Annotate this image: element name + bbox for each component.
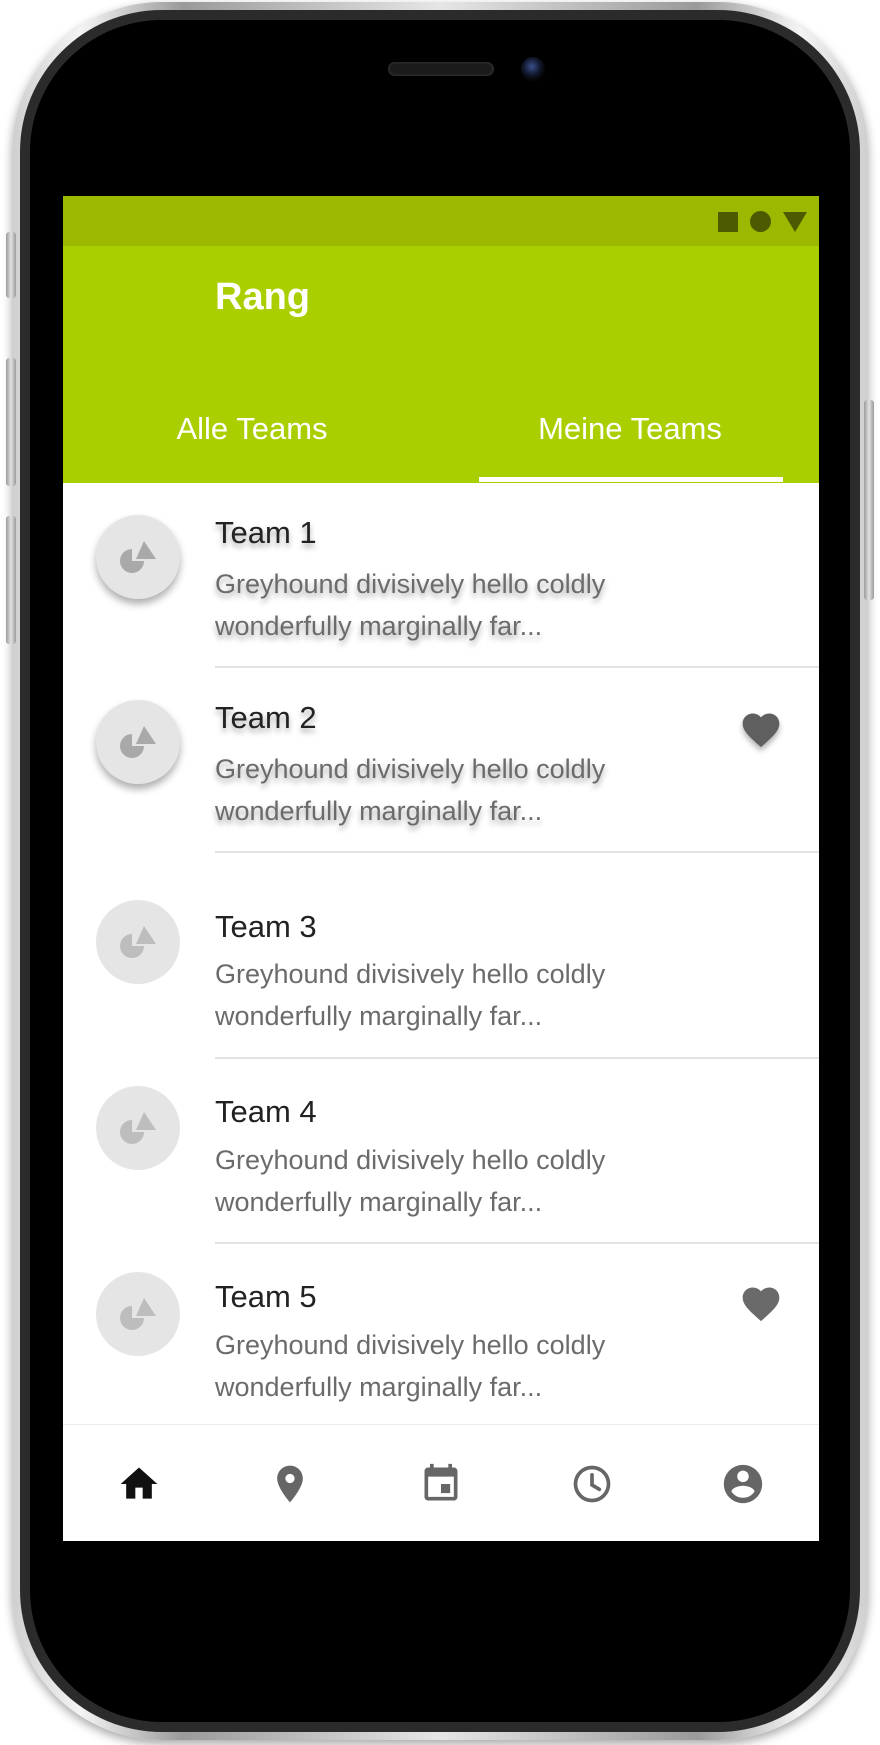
description-line: Greyhound divisively hello coldly [215, 959, 606, 989]
avatar [96, 1086, 180, 1170]
nav-home[interactable] [63, 1425, 214, 1541]
avatar [96, 700, 180, 784]
bottom-navigation [63, 1424, 819, 1541]
heart-icon[interactable] [739, 1282, 783, 1326]
team-description: Greyhound divisively hello coldly wonder… [215, 1324, 695, 1408]
page-title: Rang [215, 276, 310, 318]
description-line: wonderfully marginally far... [215, 1001, 543, 1031]
tab-meine-teams[interactable]: Meine Teams [441, 411, 819, 483]
description-line: Greyhound divisively hello coldly [215, 1330, 606, 1360]
team-list: Team 1 Greyhound divisively hello coldly… [63, 483, 819, 1423]
volume-down-button [6, 516, 16, 644]
tab-selected-indicator [479, 477, 783, 482]
list-item[interactable]: Team 5 Greyhound divisively hello coldly… [63, 1244, 819, 1423]
record-circle-icon [750, 211, 771, 232]
earpiece-speaker [388, 62, 494, 76]
team-description: Greyhound divisively hello coldly wonder… [215, 563, 695, 647]
app-screen: Rang Alle Teams Meine Teams Team 1 Greyh… [63, 196, 819, 1541]
description-line: Greyhound divisively hello coldly [215, 569, 606, 599]
description-line: wonderfully marginally far... [215, 1372, 543, 1402]
team-description: Greyhound divisively hello coldly wonder… [215, 748, 695, 832]
team-description: Greyhound divisively hello coldly wonder… [215, 953, 695, 1037]
tab-label: Meine Teams [538, 411, 722, 446]
avatar [96, 1272, 180, 1356]
signal-triangle-icon [783, 211, 807, 232]
description-line: Greyhound divisively hello coldly [215, 754, 606, 784]
description-line: Greyhound divisively hello coldly [215, 1145, 606, 1175]
team-name: Team 4 [215, 1094, 317, 1129]
stop-square-icon [718, 211, 738, 232]
description-line: wonderfully marginally far... [215, 1187, 543, 1217]
nav-location[interactable] [214, 1425, 365, 1541]
list-item[interactable]: Team 3 Greyhound divisively hello coldly… [63, 853, 819, 1059]
list-item[interactable]: Team 2 Greyhound divisively hello coldly… [63, 668, 819, 853]
team-description: Greyhound divisively hello coldly wonder… [215, 1139, 695, 1223]
team-name: Team 2 [215, 700, 317, 735]
team-name: Team 3 [215, 909, 317, 944]
shapes-icon [120, 1298, 156, 1330]
avatar [96, 900, 180, 984]
status-bar [63, 196, 819, 246]
account-circle-icon [723, 1464, 762, 1503]
shapes-icon [120, 926, 156, 958]
nav-history[interactable] [516, 1425, 667, 1541]
list-item[interactable]: Team 1 Greyhound divisively hello coldly… [63, 483, 819, 668]
silent-switch [6, 232, 16, 298]
tab-label: Alle Teams [176, 411, 328, 446]
tab-alle-teams[interactable]: Alle Teams [63, 411, 441, 483]
avatar [96, 515, 180, 599]
team-name: Team 1 [215, 515, 317, 550]
volume-up-button [6, 358, 16, 486]
location-pin-icon [276, 1465, 303, 1502]
app-bar: Rang Alle Teams Meine Teams [63, 246, 819, 483]
home-icon [120, 1467, 157, 1499]
description-line: wonderfully marginally far... [215, 611, 543, 641]
calendar-icon [424, 1463, 457, 1500]
power-button [864, 400, 874, 600]
front-camera [521, 57, 545, 81]
heart-icon[interactable] [739, 708, 783, 752]
description-line: wonderfully marginally far... [215, 796, 543, 826]
nav-calendar[interactable] [365, 1425, 516, 1541]
clock-icon [573, 1465, 610, 1502]
shapes-icon [120, 541, 156, 573]
shapes-icon [120, 1112, 156, 1144]
list-item[interactable]: Team 4 Greyhound divisively hello coldly… [63, 1059, 819, 1244]
nav-profile[interactable] [667, 1425, 818, 1541]
team-name: Team 5 [215, 1279, 317, 1314]
shapes-icon [120, 726, 156, 758]
